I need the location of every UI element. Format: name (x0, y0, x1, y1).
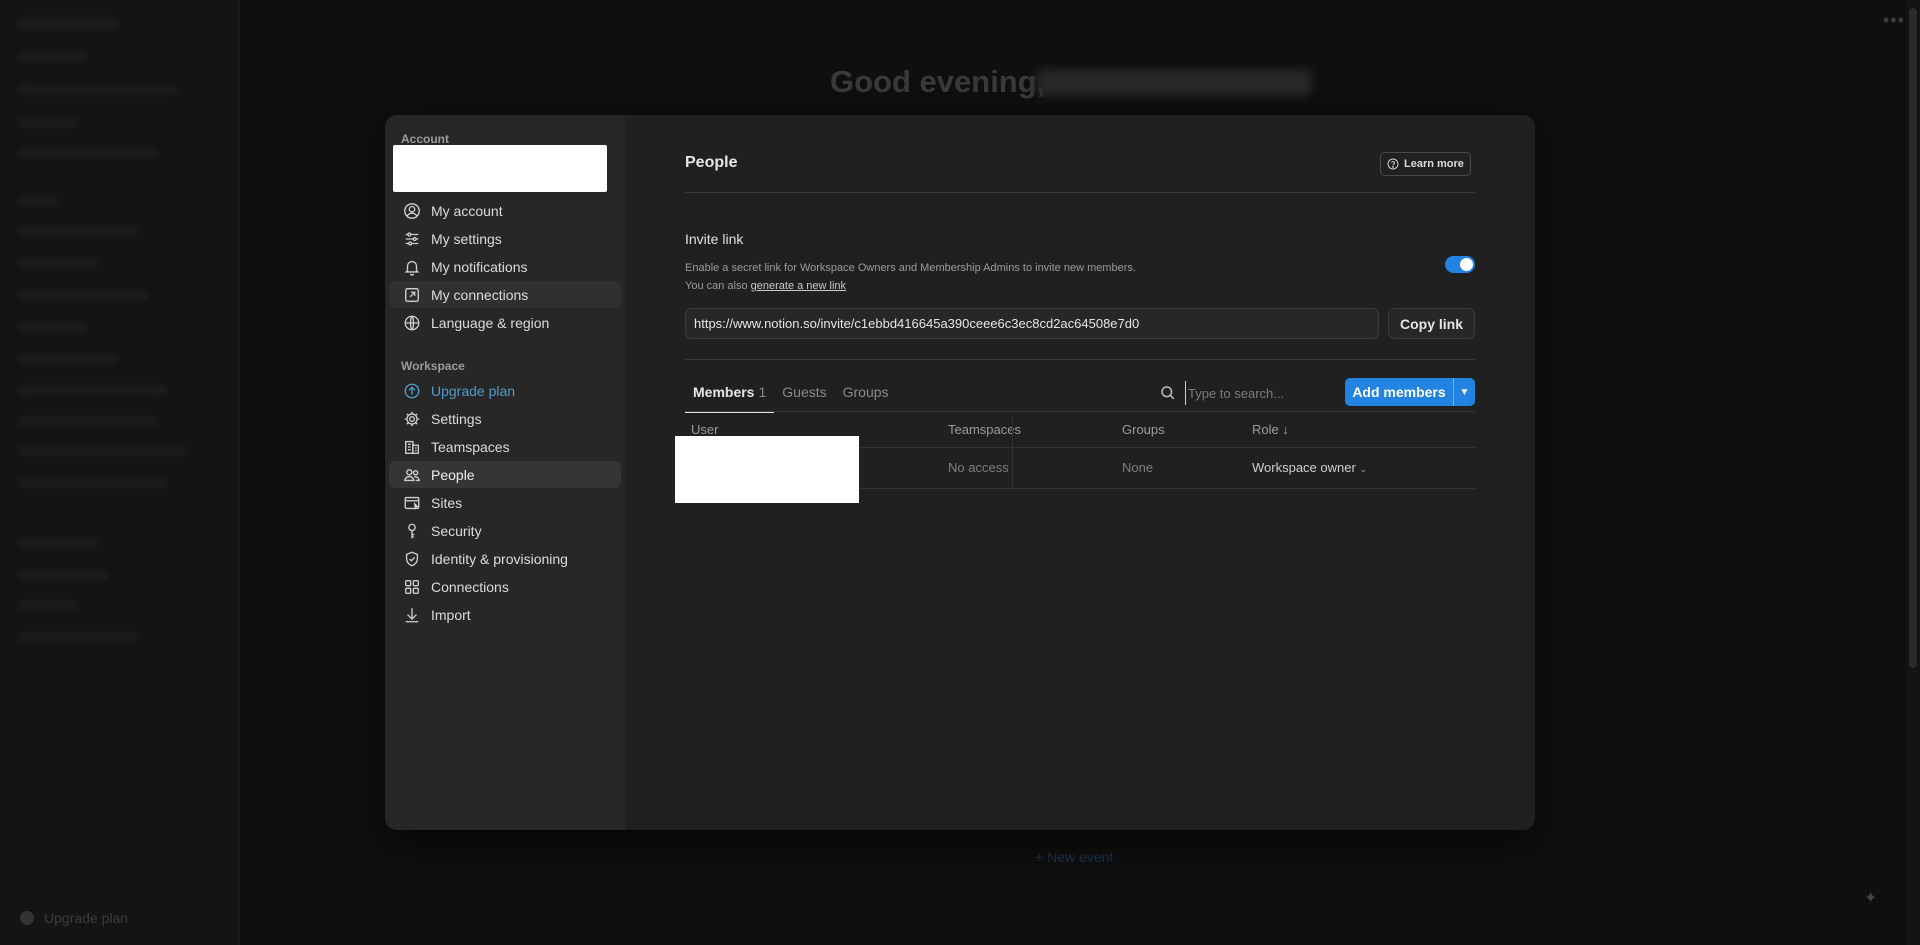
col-user[interactable]: User (691, 422, 718, 437)
download-arrow-icon (405, 607, 419, 622)
background-more-icon: ••• (1883, 10, 1905, 30)
member-search-input[interactable] (1185, 381, 1325, 405)
role-dropdown[interactable]: Workspace owner ⌄ (1252, 460, 1367, 475)
invite-link-description: Enable a secret link for Workspace Owner… (685, 259, 1136, 295)
nav-label: Security (431, 522, 482, 539)
background-greeting: Good evening, (830, 64, 1046, 99)
nav-label: My settings (431, 230, 502, 247)
nav-sites[interactable]: Sites (389, 489, 621, 516)
grid-icon (405, 579, 419, 594)
invite-link-title: Invite link (685, 231, 744, 247)
nav-my-settings[interactable]: My settings (389, 225, 621, 252)
building-icon (405, 440, 419, 454)
background-sparkle-icon: ✦ (1864, 890, 1878, 907)
toggle-knob (1460, 258, 1473, 271)
col-groups[interactable]: Groups (1122, 422, 1165, 437)
question-circle-icon (1387, 158, 1399, 170)
background-name-redacted (1036, 70, 1312, 96)
user-circle-icon (404, 202, 420, 219)
invite-desc-line1: Enable a secret link for Workspace Owner… (685, 262, 1136, 274)
generate-new-link[interactable]: generate a new link (751, 280, 846, 292)
invite-divider (685, 359, 1475, 360)
background-upgrade-plan: Upgrade plan (20, 910, 128, 926)
nav-people[interactable]: People (389, 461, 621, 488)
browser-icon (404, 496, 420, 510)
members-count: 1 (758, 384, 767, 400)
background-sidebar: Upgrade plan (0, 0, 240, 945)
account-redacted (393, 145, 607, 192)
nav-connections[interactable]: Connections (389, 573, 621, 600)
nav-language-region[interactable]: Language & region (389, 309, 621, 336)
account-section-label: Account (401, 132, 449, 146)
nav-import[interactable]: Import (389, 601, 621, 628)
nav-label: Connections (431, 578, 509, 595)
nav-label: My connections (431, 286, 529, 303)
background-upgrade-label: Upgrade plan (44, 910, 129, 926)
row-teamspaces: No access (948, 460, 1009, 475)
nav-identity-provisioning[interactable]: Identity & provisioning (389, 545, 621, 572)
nav-settings[interactable]: Settings (389, 405, 621, 432)
nav-teamspaces[interactable]: Teamspaces (389, 433, 621, 460)
arrow-up-right-box-icon (405, 287, 419, 302)
nav-label: My notifications (431, 258, 528, 275)
nav-security[interactable]: Security (389, 517, 621, 544)
search-icon[interactable] (1160, 385, 1176, 401)
learn-more-button[interactable]: Learn more (1380, 152, 1471, 176)
globe-icon (404, 315, 420, 330)
role-value: Workspace owner (1252, 460, 1356, 475)
chevron-down-icon: ▼ (1459, 386, 1470, 398)
nav-label: Sites (431, 494, 463, 511)
shield-check-icon (405, 551, 419, 566)
nav-upgrade-plan[interactable]: Upgrade plan (389, 377, 621, 404)
people-tabs: Members 1 Guests Groups (685, 384, 897, 413)
copy-link-button[interactable]: Copy link (1388, 308, 1475, 339)
nav-label: Identity & provisioning (431, 550, 568, 567)
sliders-icon (405, 231, 419, 246)
arrow-up-circle-icon (404, 383, 420, 398)
col-role[interactable]: Role ↓ (1252, 422, 1289, 437)
learn-more-label: Learn more (1404, 158, 1464, 170)
nav-label: People (431, 466, 475, 483)
workspace-section-label: Workspace (401, 359, 465, 373)
background-new-event: + New event (1035, 849, 1114, 865)
col-teamspaces[interactable]: Teamspaces (948, 422, 1021, 437)
nav-my-connections[interactable]: My connections (389, 281, 621, 308)
settings-sidebar: Account My account My settings My notifi… (385, 115, 625, 830)
nav-my-notifications[interactable]: My notifications (389, 253, 621, 280)
nav-label: Upgrade plan (431, 382, 516, 399)
tab-groups[interactable]: Groups (835, 384, 897, 413)
user-redacted (675, 436, 859, 503)
add-members-dropdown[interactable]: ▼ (1453, 378, 1475, 406)
title-divider (685, 192, 1475, 193)
tab-members-label: Members (693, 384, 755, 400)
nav-my-account[interactable]: My account (389, 197, 621, 224)
settings-modal: Account My account My settings My notifi… (385, 115, 1535, 830)
add-members-button-group: Add members ▼ (1345, 378, 1475, 406)
chevron-down-icon: ⌄ (1359, 464, 1367, 474)
bell-icon (404, 260, 420, 276)
background-scrollbar (1906, 0, 1920, 945)
row-groups: None (1122, 460, 1154, 475)
nav-label: My account (431, 202, 503, 219)
gear-icon (404, 411, 420, 426)
upgrade-circle-icon (20, 911, 34, 925)
nav-label: Settings (431, 410, 482, 427)
people-icon (403, 468, 421, 481)
invite-link-field[interactable]: https://www.notion.so/invite/c1ebbd41664… (685, 308, 1379, 339)
tab-members[interactable]: Members 1 (685, 384, 775, 413)
key-icon (408, 523, 416, 538)
tabs-divider (685, 411, 1475, 412)
add-members-button[interactable]: Add members (1345, 378, 1453, 406)
invite-link-toggle[interactable] (1445, 256, 1475, 273)
invite-desc-prefix: You can also (685, 280, 751, 292)
nav-label: Import (431, 606, 471, 623)
nav-label: Language & region (431, 314, 550, 331)
tab-guests[interactable]: Guests (774, 384, 834, 413)
page-title: People (685, 154, 738, 171)
nav-label: Teamspaces (431, 438, 510, 455)
